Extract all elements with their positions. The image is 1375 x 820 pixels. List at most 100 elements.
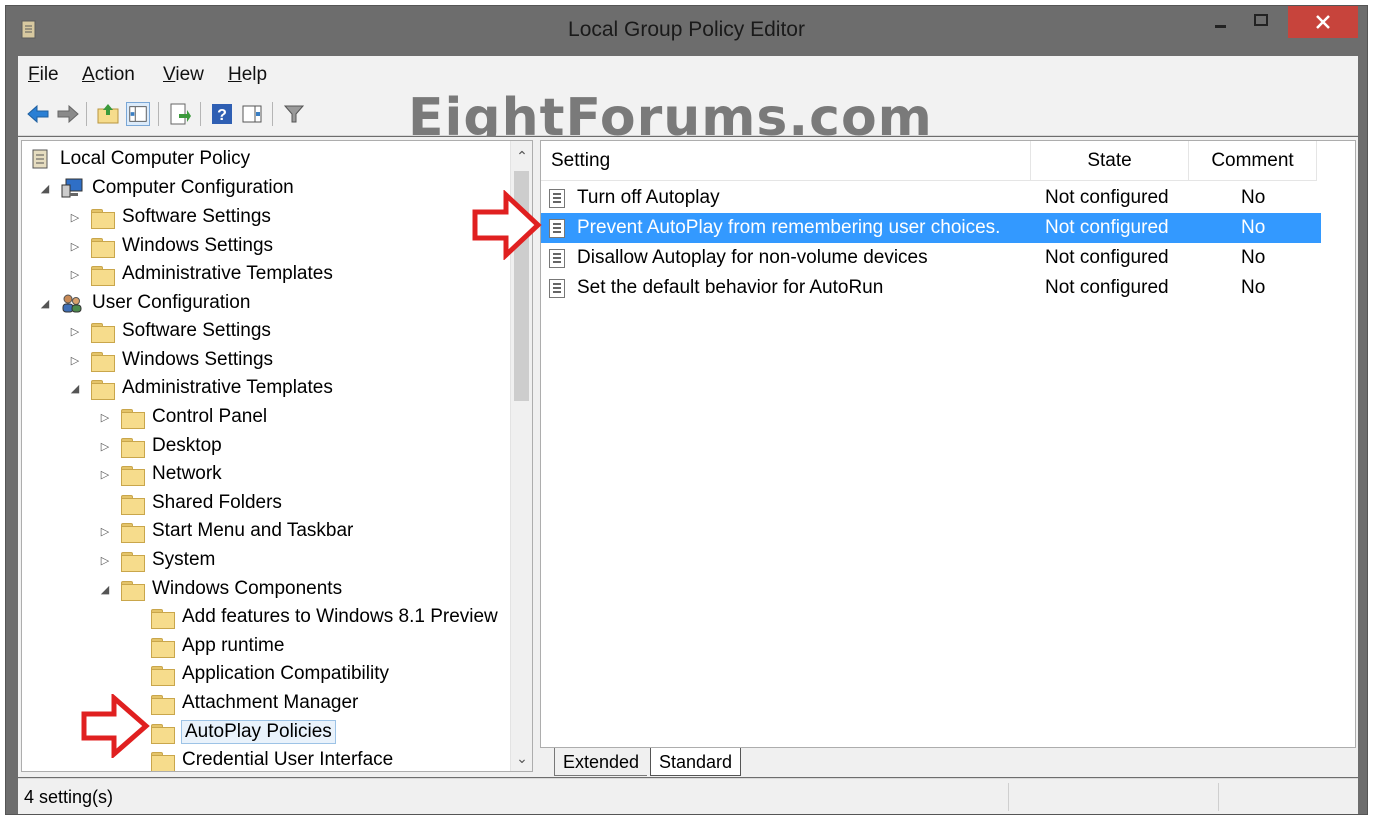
title-bar[interactable]: Local Group Policy Editor bbox=[6, 6, 1367, 54]
app-window: Local Group Policy Editor File Action Vi… bbox=[5, 5, 1368, 815]
table-row[interactable]: Disallow Autoplay for non-volume devices… bbox=[541, 243, 1321, 273]
collapse-icon[interactable]: ◢ bbox=[98, 583, 112, 596]
tree-item-cc-software[interactable]: ▷ Software Settings bbox=[68, 203, 271, 231]
help-icon[interactable]: ? bbox=[210, 102, 234, 126]
users-icon bbox=[62, 294, 82, 313]
tree-item-start-menu[interactable]: ▷ Start Menu and Taskbar bbox=[98, 517, 353, 545]
tree-item-credential-ui[interactable]: Credential User Interface bbox=[128, 746, 394, 771]
column-header-setting[interactable]: Setting bbox=[541, 141, 1031, 181]
tree-label: Attachment Manager bbox=[182, 692, 359, 713]
setting-state: Not configured bbox=[1045, 277, 1169, 298]
tree-item-cc-admin[interactable]: ▷ Administrative Templates bbox=[68, 260, 333, 288]
tree-label: Start Menu and Taskbar bbox=[152, 520, 354, 541]
close-button[interactable] bbox=[1288, 6, 1358, 38]
folder-icon bbox=[120, 550, 145, 572]
expand-icon[interactable]: ▷ bbox=[68, 211, 82, 224]
tree-label: Windows Settings bbox=[122, 349, 274, 370]
tree-item-attachment-manager[interactable]: Attachment Manager bbox=[128, 689, 358, 717]
collapse-icon[interactable]: ◢ bbox=[38, 297, 52, 310]
expand-icon[interactable]: ▷ bbox=[68, 325, 82, 338]
properties-icon[interactable] bbox=[240, 102, 264, 126]
tree-item-uc-windows[interactable]: ▷ Windows Settings bbox=[68, 346, 273, 374]
menu-action[interactable]: Action bbox=[82, 64, 135, 86]
tree-item-windows-components[interactable]: ◢ Windows Components bbox=[98, 575, 342, 603]
collapse-icon[interactable]: ◢ bbox=[68, 382, 82, 395]
scroll-down-icon[interactable]: ⌄ bbox=[511, 747, 532, 769]
tree-label: AutoPlay Policies bbox=[181, 720, 336, 744]
minimize-icon bbox=[1215, 25, 1226, 28]
scroll-up-icon[interactable]: ⌃ bbox=[511, 145, 532, 167]
setting-name: Disallow Autoplay for non-volume devices bbox=[577, 247, 928, 268]
view-tabs: Extended Standard bbox=[540, 748, 1356, 776]
minimize-button[interactable] bbox=[1204, 6, 1238, 38]
expand-icon[interactable]: ▷ bbox=[68, 354, 82, 367]
tree-label: Computer Configuration bbox=[92, 177, 294, 198]
tree-item-add-features[interactable]: Add features to Windows 8.1 Preview bbox=[128, 603, 498, 631]
policy-setting-icon bbox=[549, 189, 565, 208]
setting-state: Not configured bbox=[1045, 187, 1169, 208]
setting-comment: No bbox=[1241, 187, 1266, 208]
tree-label: Credential User Interface bbox=[182, 749, 394, 770]
forward-arrow-icon[interactable] bbox=[56, 102, 80, 126]
tree-item-network[interactable]: ▷ Network bbox=[98, 460, 222, 488]
tree-pane[interactable]: Local Computer Policy ◢ Computer Configu… bbox=[21, 140, 533, 772]
tree-item-control-panel[interactable]: ▷ Control Panel bbox=[98, 403, 267, 431]
tree-label: Software Settings bbox=[122, 320, 271, 341]
folder-icon bbox=[90, 378, 115, 400]
tree-label: Software Settings bbox=[122, 206, 271, 227]
setting-name: Prevent AutoPlay from remembering user c… bbox=[577, 217, 1001, 238]
export-list-icon[interactable] bbox=[168, 102, 192, 126]
maximize-button[interactable] bbox=[1244, 6, 1278, 38]
show-hide-tree-icon[interactable] bbox=[126, 102, 150, 126]
tree-item-app-compat[interactable]: Application Compatibility bbox=[128, 660, 389, 688]
annotation-arrow-icon bbox=[81, 694, 150, 758]
status-divider bbox=[1218, 783, 1219, 811]
expand-icon[interactable]: ▷ bbox=[98, 411, 112, 424]
settings-list[interactable]: Setting State Comment Turn off Autoplay … bbox=[540, 140, 1356, 748]
tab-extended[interactable]: Extended bbox=[554, 748, 648, 776]
folder-icon bbox=[90, 264, 115, 286]
table-row-selected[interactable]: Prevent AutoPlay from remembering user c… bbox=[541, 213, 1321, 243]
tree-item-shared-folders[interactable]: Shared Folders bbox=[98, 489, 282, 517]
menu-help[interactable]: Help bbox=[228, 64, 267, 86]
setting-comment: No bbox=[1241, 217, 1266, 238]
tree-item-computer-config[interactable]: ◢ Computer Configuration bbox=[38, 174, 294, 202]
computer-icon bbox=[61, 178, 83, 198]
setting-comment: No bbox=[1241, 247, 1266, 268]
expand-icon[interactable]: ▷ bbox=[98, 525, 112, 538]
menu-file[interactable]: File bbox=[28, 64, 59, 86]
tree-item-app-runtime[interactable]: App runtime bbox=[128, 632, 284, 660]
menu-view[interactable]: View bbox=[163, 64, 204, 86]
up-folder-icon[interactable] bbox=[96, 102, 120, 126]
back-arrow-icon[interactable] bbox=[26, 102, 50, 126]
expand-icon[interactable]: ▷ bbox=[68, 240, 82, 253]
tree-item-user-config[interactable]: ◢ User Configuration bbox=[38, 289, 251, 317]
tree-item-system[interactable]: ▷ System bbox=[98, 546, 215, 574]
expand-icon[interactable]: ▷ bbox=[68, 268, 82, 281]
tree-item-desktop[interactable]: ▷ Desktop bbox=[98, 432, 222, 460]
column-header-comment[interactable]: Comment bbox=[1189, 141, 1317, 181]
tree-item-autoplay-policies[interactable]: AutoPlay Policies bbox=[128, 718, 336, 746]
filter-icon[interactable] bbox=[282, 102, 306, 126]
table-row[interactable]: Set the default behavior for AutoRun Not… bbox=[541, 273, 1321, 303]
toolbar: ? EightForums.com bbox=[18, 88, 1358, 148]
setting-name: Turn off Autoplay bbox=[577, 187, 720, 208]
table-row[interactable]: Turn off Autoplay Not configured No bbox=[541, 183, 1321, 213]
expand-icon[interactable]: ▷ bbox=[98, 468, 112, 481]
tree-item-uc-software[interactable]: ▷ Software Settings bbox=[68, 317, 271, 345]
collapse-icon[interactable]: ◢ bbox=[38, 182, 52, 195]
folder-icon bbox=[150, 664, 175, 686]
tree-item-root[interactable]: Local Computer Policy bbox=[30, 145, 250, 173]
tree-label: Desktop bbox=[152, 435, 222, 456]
folder-icon bbox=[90, 321, 115, 343]
tree-label: Add features to Windows 8.1 Preview bbox=[182, 606, 498, 627]
tree-item-uc-admin[interactable]: ◢ Administrative Templates bbox=[68, 374, 333, 402]
expand-icon[interactable]: ▷ bbox=[98, 554, 112, 567]
folder-icon bbox=[150, 750, 175, 771]
tree-item-cc-windows[interactable]: ▷ Windows Settings bbox=[68, 232, 273, 260]
column-header-state[interactable]: State bbox=[1031, 141, 1189, 181]
setting-state: Not configured bbox=[1045, 217, 1169, 238]
expand-icon[interactable]: ▷ bbox=[98, 440, 112, 453]
folder-icon bbox=[150, 607, 175, 629]
tab-standard[interactable]: Standard bbox=[650, 748, 742, 776]
